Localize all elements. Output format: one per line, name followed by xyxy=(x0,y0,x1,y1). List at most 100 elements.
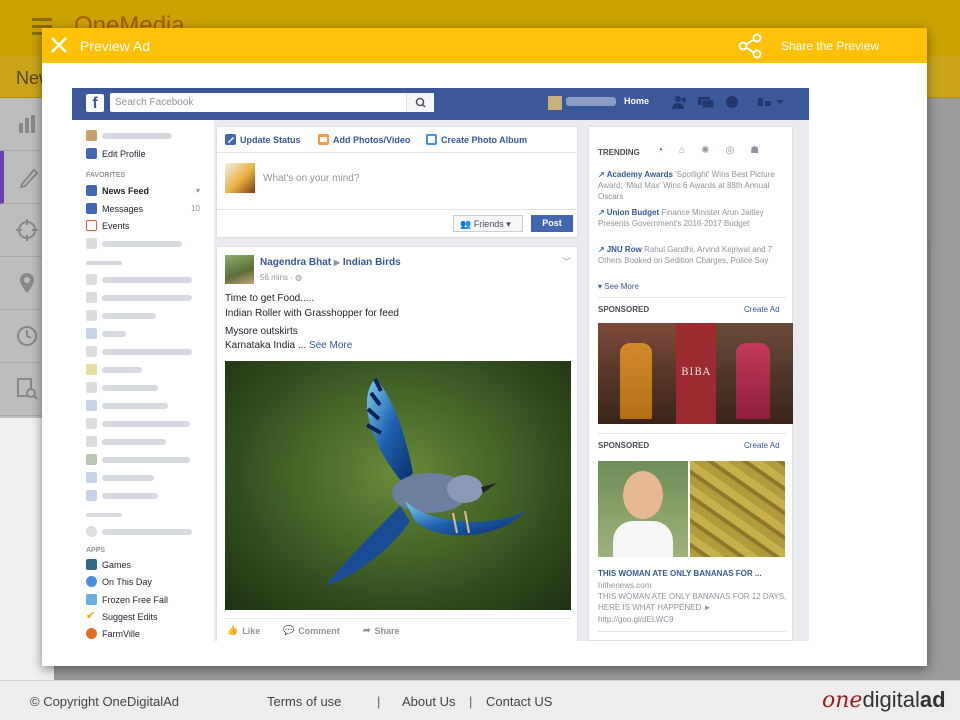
fb-left-user[interactable] xyxy=(86,130,172,141)
fb-group-item[interactable] xyxy=(86,454,190,465)
trend-item[interactable]: ↗ Academy Awards 'Spotlight' Wins Best Pi… xyxy=(598,169,786,202)
friend-requests-icon[interactable] xyxy=(672,95,688,109)
comment-button[interactable]: 💬 Comment xyxy=(283,625,340,636)
see-more-link[interactable]: See More xyxy=(309,340,352,351)
bar-chart-icon xyxy=(19,115,35,133)
fb-group-item[interactable] xyxy=(86,436,166,447)
location-pin-icon xyxy=(20,273,34,293)
share-arrow-icon: ➦ xyxy=(363,625,371,635)
modal-title: Preview Ad xyxy=(80,38,151,54)
settings-dropdown-icon[interactable] xyxy=(756,95,786,109)
ad-woman-photo xyxy=(598,461,688,557)
about-link[interactable]: About Us xyxy=(402,694,455,709)
fb-composer: Update Status Add Photos/Video Create Ph… xyxy=(216,126,578,238)
post-author-avatar[interactable] xyxy=(225,255,254,284)
fb-app-suggest-edits[interactable]: ✔ Suggest Edits xyxy=(86,611,158,622)
document-search-icon xyxy=(17,378,38,400)
add-photos-tab[interactable]: Add Photos/Video xyxy=(318,134,410,145)
photo-icon xyxy=(318,134,329,145)
share-preview-button[interactable]: Share the Preview xyxy=(781,39,879,53)
close-icon[interactable] xyxy=(49,35,69,55)
comment-icon: 💬 xyxy=(283,625,295,635)
trending-category-icons[interactable]: ◔⌂✺◎☗ xyxy=(657,145,775,156)
biba-ad-image[interactable]: BIBA xyxy=(598,323,793,424)
fb-app-frozen[interactable]: Frozen Free Fall xyxy=(86,594,168,605)
copyright: © Copyright OneDigitalAd xyxy=(30,694,180,709)
fb-group-item[interactable] xyxy=(86,490,158,501)
audience-selector[interactable]: 👥 Friends ▾ xyxy=(453,215,523,232)
post-group-name[interactable]: Indian Birds xyxy=(343,257,401,268)
ad-url[interactable]: http://goo.gl/dELWC9 xyxy=(598,614,788,625)
fb-news-feed-more[interactable]: ▾ xyxy=(196,186,200,195)
ad-headline[interactable]: THIS WOMAN ATE ONLY BANANAS FOR ... xyxy=(598,569,762,578)
trend-item[interactable]: ↗ Union Budget Finance Minister Arun Jait… xyxy=(598,207,786,229)
fb-friend-item[interactable] xyxy=(86,526,192,537)
like-icon: 👍 xyxy=(227,625,239,635)
trending-top-icon: ◔ xyxy=(657,145,680,156)
fb-search-input[interactable]: Search Facebook xyxy=(110,93,434,112)
contact-link[interactable]: Contact US xyxy=(486,694,552,709)
create-album-tab[interactable]: Create Photo Album xyxy=(426,134,527,145)
update-status-tab[interactable]: Update Status xyxy=(225,134,301,145)
fb-group-item[interactable] xyxy=(86,382,158,393)
modal-header: Preview Ad Share the Preview xyxy=(42,28,927,63)
fb-group-item[interactable] xyxy=(86,310,156,321)
create-ad-link[interactable]: Create Ad xyxy=(744,305,780,314)
sports-icon: ◎ xyxy=(725,145,751,156)
fb-left-blurred-item[interactable] xyxy=(86,238,182,249)
ad-model-left xyxy=(598,323,676,424)
banana-ad-image[interactable] xyxy=(598,461,785,557)
trending-see-more[interactable]: ▾ See More xyxy=(598,282,639,291)
fb-user-avatar[interactable] xyxy=(548,96,562,110)
footer-separator: | xyxy=(469,694,473,709)
fb-group-item[interactable] xyxy=(86,418,190,429)
globe-icon[interactable] xyxy=(725,95,739,109)
fb-right-sidebar: TRENDING ◔⌂✺◎☗ ↗ Academy Awards 'Spotligh… xyxy=(588,126,793,641)
clock-icon xyxy=(17,326,37,346)
share-icon[interactable] xyxy=(737,33,763,59)
fb-events[interactable]: Events xyxy=(86,220,130,231)
fb-groups-blurred xyxy=(86,261,122,265)
like-button[interactable]: 👍 Like xyxy=(227,625,260,636)
post-photo-indian-roller[interactable] xyxy=(225,361,571,610)
fb-app-farmville[interactable]: FarmVille xyxy=(86,628,140,639)
fb-group-item[interactable] xyxy=(86,328,126,339)
fb-group-item[interactable] xyxy=(86,472,154,483)
create-ad-link[interactable]: Create Ad xyxy=(744,441,780,450)
fb-nav-icons xyxy=(672,95,786,112)
fb-home-link[interactable]: Home xyxy=(624,96,649,106)
fb-edit-profile[interactable]: Edit Profile xyxy=(86,148,146,159)
fb-messages[interactable]: Messages xyxy=(86,203,143,214)
fb-group-item[interactable] xyxy=(86,292,192,303)
trend-item[interactable]: ↗ JNU Row Rahul Gandhi, Arvind Kejriwal a… xyxy=(598,244,786,266)
fb-favorites-header: FAVORITES xyxy=(86,172,126,179)
fb-app-on-this-day[interactable]: On This Day xyxy=(86,576,152,587)
footer-separator: | xyxy=(377,694,381,709)
post-options-chevron-icon[interactable]: ﹀ xyxy=(562,255,571,268)
fb-group-item[interactable] xyxy=(86,274,192,285)
divider xyxy=(598,433,786,434)
fb-search-button[interactable] xyxy=(406,93,434,112)
ad-description: THIS WOMAN ATE ONLY BANANAS FOR 12 DAYS,… xyxy=(598,592,787,612)
messages-icon[interactable] xyxy=(697,95,715,109)
fb-apps-header: APPS xyxy=(86,547,106,554)
divider xyxy=(598,297,786,298)
fb-feed-post: Nagendra Bhat ▶ Indian Birds 56 mins · ◍… xyxy=(216,246,578,641)
fb-group-item[interactable] xyxy=(86,346,192,357)
politics-icon: ⌂ xyxy=(679,145,702,156)
onedigitalad-logo: onedigitalad xyxy=(822,687,946,713)
share-button[interactable]: ➦ Share xyxy=(363,625,400,636)
divider xyxy=(217,152,577,153)
sponsored-label: SPONSORED xyxy=(598,441,650,450)
fb-group-item[interactable] xyxy=(86,364,142,375)
ad-bananas-photo xyxy=(690,461,785,557)
terms-link[interactable]: Terms of use xyxy=(267,694,341,709)
status-input[interactable]: What's on your mind? xyxy=(263,173,359,184)
fb-app-games[interactable]: Games xyxy=(86,559,131,570)
post-button[interactable]: Post xyxy=(531,215,573,232)
fb-group-item[interactable] xyxy=(86,400,168,411)
facebook-logo: f xyxy=(86,94,104,112)
album-icon xyxy=(426,134,437,145)
fb-news-feed[interactable]: News Feed xyxy=(86,185,149,196)
post-author-name[interactable]: Nagendra Bhat xyxy=(260,257,331,268)
